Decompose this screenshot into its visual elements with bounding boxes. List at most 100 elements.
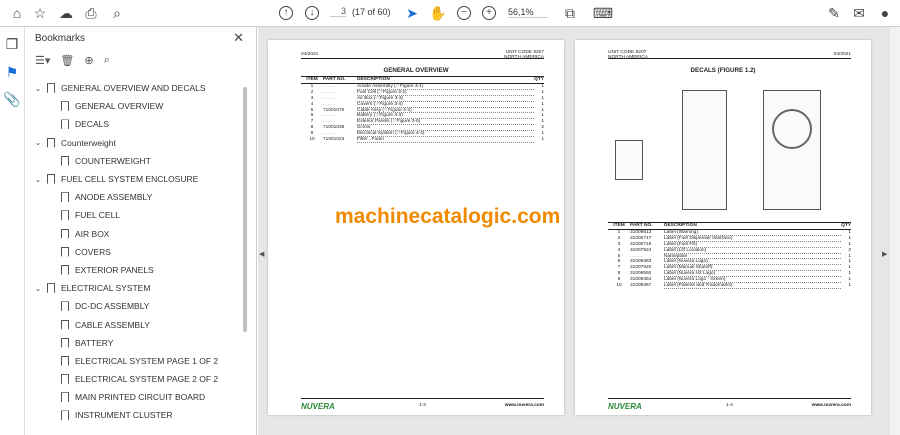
footer-url: www.nuvera.com [504,403,544,408]
chevron-down-icon[interactable]: ⌄ [33,84,43,93]
col-desc: DESCRIPTION [664,223,697,228]
table-row: 10 71001023 Filter , Foam 1 [301,137,544,143]
print-icon[interactable]: ⎙ [82,4,100,22]
bookmark-label: FUEL CELL SYSTEM ENCLOSURE [61,174,199,185]
search-icon[interactable]: ⌕ [108,4,126,22]
bookmark-item[interactable]: FUEL CELL [25,206,247,224]
hand-tool-icon[interactable]: ✋ [429,4,447,22]
bookmark-icon [61,101,69,112]
bookmark-item[interactable]: GENERAL OVERVIEW [25,97,247,115]
page-title: DECALS (FIGURE 1.2) [690,67,756,74]
bookmark-item[interactable]: COVERS [25,243,247,261]
read-mode-icon[interactable]: ⌨ [593,4,613,22]
bookmark-item[interactable]: ⌄ FUEL CELL SYSTEM ENCLOSURE [25,170,247,188]
page-right: UNIT CODE 8207 NORTH AMERICA 04/2021 DECAL… [575,40,871,415]
bookmark-label: DC-DC ASSEMBLY [75,301,150,312]
bookmark-item[interactable]: ELECTRICAL SYSTEM PAGE 1 OF 2 [25,352,247,370]
zoom-out-button[interactable]: − [455,4,473,22]
bookmark-item[interactable]: BATTERY [25,334,247,352]
table-cell: 31009367 [630,283,652,289]
mail-icon[interactable]: ✉ [850,4,868,22]
bookmark-icon [61,192,69,203]
col-desc: DESCRIPTION [357,77,390,82]
scrollbar[interactable] [243,87,247,332]
bookmark-item[interactable]: MAIN PRINTED CIRCUIT BOARD [25,388,247,406]
home-icon[interactable]: ⌂ [8,4,26,22]
col-item: ITEM [306,77,318,82]
bookmark-label: AIR BOX [75,228,110,239]
bookmark-label: ANODE ASSEMBLY [75,192,153,203]
bookmark-star-icon[interactable]: ☆ [31,4,49,22]
bookmark-icon [61,355,69,366]
col-qty: QTY [534,77,544,82]
next-page-button[interactable]: ↓ [303,4,321,22]
bookmark-icon [61,374,69,385]
bookmark-icon [47,174,55,185]
bookmark-label: BATTERY [75,337,114,348]
pages-icon[interactable]: ❐ [3,35,21,53]
prev-page-button[interactable]: ↑ [277,4,295,22]
sign-icon[interactable]: ✎ [825,4,843,22]
upload-cloud-icon[interactable]: ☁ [57,4,75,22]
bookmark-item[interactable]: ELECTRICAL SYSTEM PAGE 2 OF 2 [25,370,247,388]
prev-nav-arrow[interactable]: ◀ [259,250,264,258]
bookmark-icon [61,319,69,330]
bookmark-icon [61,210,69,221]
table-cell: Label (Patents and Trademarks) [664,283,841,289]
account-icon[interactable]: ● [876,4,894,22]
bookmark-item[interactable]: DC-DC ASSEMBLY [25,297,247,315]
page-number-input[interactable]: 3 [330,6,346,17]
bookmark-icon [61,119,69,130]
bookmark-list: ⌄ GENERAL OVERVIEW AND DECALS GENERAL OVER… [25,79,247,425]
bookmark-label: ELECTRICAL SYSTEM PAGE 1 OF 2 [75,355,219,366]
zoom-level-select[interactable]: 56,1% [508,7,548,18]
chevron-down-icon[interactable]: ⌄ [33,284,43,293]
close-icon[interactable]: ✕ [233,30,244,46]
table-cell: 1 [848,283,851,289]
bookmark-item[interactable]: DECALS [25,115,247,133]
bookmark-item[interactable]: COUNTERWEIGHT [25,152,247,170]
chevron-down-icon[interactable]: ⌄ [33,138,43,147]
chevron-down-icon[interactable]: ⌄ [33,175,43,184]
bookmark-item[interactable]: AIR BOX [25,225,247,243]
new-bookmark-icon[interactable]: ⊕ [84,54,93,67]
document-scrollbar[interactable] [890,27,900,435]
bookmark-item[interactable]: INSTRUMENT CLUSTER [25,406,247,424]
bookmark-icon [47,83,55,94]
fit-page-icon[interactable]: ⧉ [561,4,579,22]
find-bookmark-icon[interactable]: ⌕ [104,54,110,67]
bookmark-label: GENERAL OVERVIEW AND DECALS [61,83,206,94]
bookmark-label: ELECTRICAL SYSTEM PAGE 2 OF 2 [75,374,219,385]
bookmark-label: COUNTERWEIGHT [75,155,151,166]
col-part: PART NO. [323,77,346,82]
bookmark-icon [61,301,69,312]
select-cursor-icon[interactable]: ➤ [403,4,421,22]
options-menu-icon[interactable]: ☰▾ [35,54,50,67]
footer-url: www.nuvera.com [811,403,851,408]
col-part: PART NO. [630,223,653,228]
attachments-icon[interactable]: 📎 [3,90,21,108]
bookmark-label: MAIN PRINTED CIRCUIT BOARD [75,392,206,403]
bookmark-item[interactable]: ⌄ GENERAL OVERVIEW AND DECALS [25,79,247,97]
figure-unit-front [682,90,727,210]
bookmarks-panel: Bookmarks ✕ ☰▾ 🗑 ⊕ ⌕ ⌄ GENERAL OVERVIEW A… [25,27,257,435]
parts-table: ITEM PART NO. DESCRIPTION QTY 1. . . . . Ano… [301,76,544,143]
watermark: machinecatalogic.com [335,205,561,228]
zoom-in-button[interactable]: + [480,4,498,22]
bookmark-label: Counterweight [61,137,116,148]
bookmark-label: INSTRUMENT CLUSTER [75,410,173,421]
bookmark-item[interactable]: ANODE ASSEMBLY [25,188,247,206]
bookmarks-panel-icon[interactable]: ⚑ [3,63,21,81]
bookmark-item[interactable]: EXTERIOR PANELS [25,261,247,279]
toolbar: ⌂ ☆ ☁ ⎙ ⌕ ↑ ↓ 3 (17 of 60) ➤ ✋ − + 56,1%… [0,0,900,27]
bookmark-item[interactable]: CABLE ASSEMBLY [25,315,247,333]
bookmark-label: COVERS [75,246,111,257]
region: NORTH AMERICA [608,55,648,60]
next-nav-arrow[interactable]: ▶ [882,250,887,258]
bookmark-item[interactable]: ⌄ Counterweight [25,134,247,152]
table-cell: 1 [541,137,544,143]
panel-title: Bookmarks [35,33,86,44]
delete-bookmark-icon[interactable]: 🗑 [60,54,74,67]
bookmark-item[interactable]: ⌄ ELECTRICAL SYSTEM [25,279,247,297]
left-icon-strip: ❐ ⚑ 📎 [0,27,25,435]
